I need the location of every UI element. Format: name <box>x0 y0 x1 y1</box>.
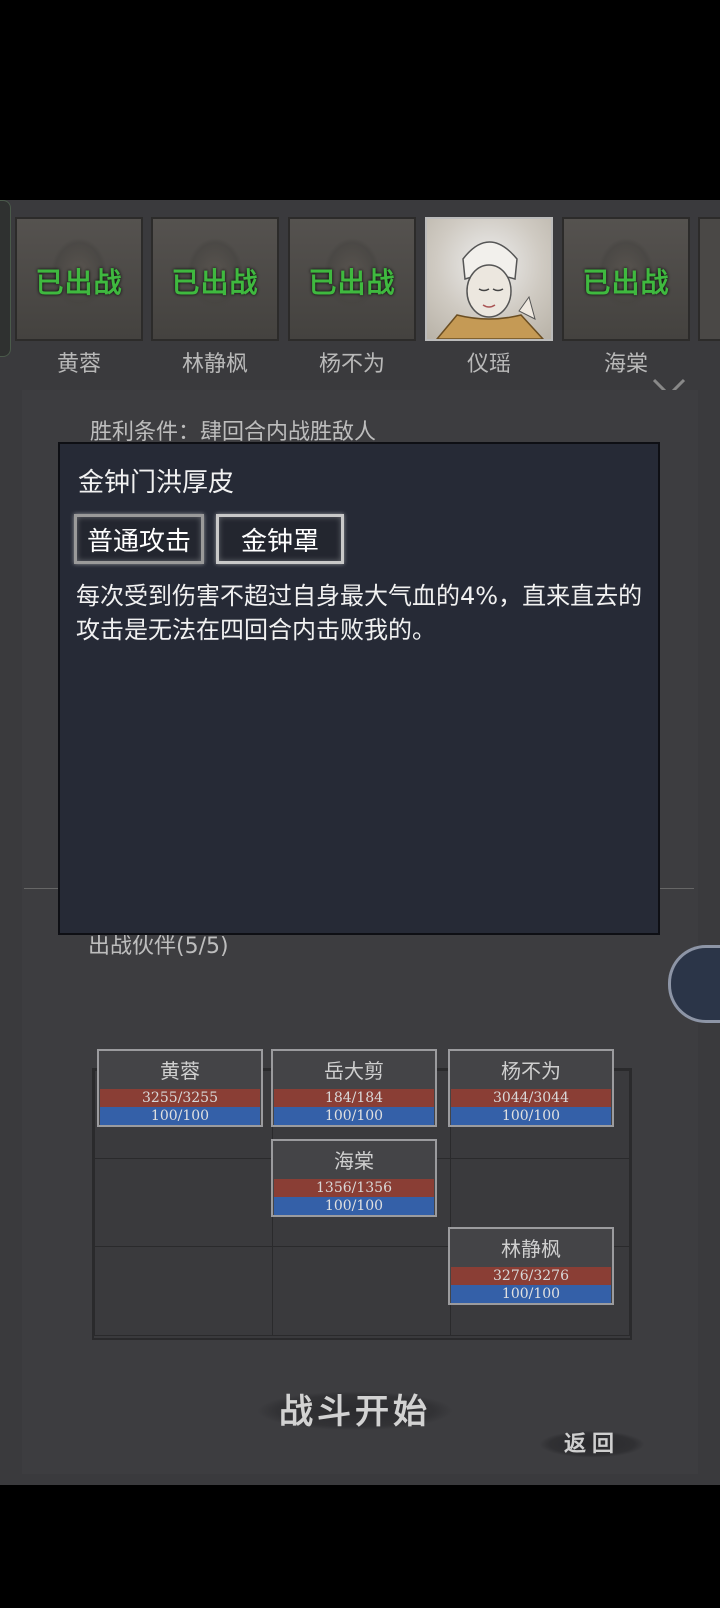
skill-description: 每次受到伤害不超过自身最大气血的4%，直来直去的攻击是无法在四回合内击败我的。 <box>76 582 643 644</box>
unit-name: 杨不为 <box>501 1059 561 1083</box>
character-name: 海棠 <box>603 352 648 377</box>
grid-cell[interactable] <box>94 1158 274 1248</box>
grid-cell[interactable] <box>272 1246 452 1336</box>
unit-name: 黄蓉 <box>160 1059 200 1083</box>
grid-cell[interactable] <box>94 1246 274 1336</box>
hp-bar: 3255/3255 <box>100 1089 260 1107</box>
unit-card[interactable]: 岳大剪 184/184 100/100 <box>271 1049 437 1127</box>
character-name: 黄蓉 <box>56 352 101 377</box>
enemy-name: 金钟门洪厚皮 <box>78 468 235 498</box>
mp-bar: 100/100 <box>451 1107 611 1125</box>
unit-name: 林静枫 <box>501 1237 561 1261</box>
back-button[interactable]: 返回 <box>522 1420 662 1464</box>
mp-bar: 100/100 <box>274 1197 434 1215</box>
hp-bar: 3044/3044 <box>451 1089 611 1107</box>
mp-bar: 100/100 <box>451 1285 611 1303</box>
unit-card[interactable]: 海棠 1356/1356 100/100 <box>271 1139 437 1217</box>
side-tab[interactable] <box>0 200 11 357</box>
deployed-label: 已出战 <box>308 266 396 299</box>
character-name: 林静枫 <box>181 352 248 377</box>
hp-bar: 184/184 <box>274 1089 434 1107</box>
character-card-partial[interactable] <box>698 217 720 341</box>
unit-card[interactable]: 杨不为 3044/3044 100/100 <box>448 1049 614 1127</box>
character-name: 仪瑶 <box>466 352 511 377</box>
character-name: 杨不为 <box>318 352 385 377</box>
mp-bar: 100/100 <box>100 1107 260 1125</box>
unit-name: 海棠 <box>334 1149 374 1173</box>
character-card-yangbuwei[interactable]: 已出战 <box>288 217 416 341</box>
unit-card[interactable]: 黄蓉 3255/3255 100/100 <box>97 1049 263 1127</box>
character-card-huangrong[interactable]: 已出战 <box>15 217 143 341</box>
deployed-label: 已出战 <box>171 266 259 299</box>
character-card-linjingfeng[interactable]: 已出战 <box>151 217 279 341</box>
unit-name: 岳大剪 <box>324 1059 384 1083</box>
mp-bar: 100/100 <box>274 1107 434 1125</box>
hp-bar: 3276/3276 <box>451 1267 611 1285</box>
character-card-yiyao[interactable] <box>425 217 553 341</box>
deployed-label: 已出战 <box>582 266 670 299</box>
unit-card[interactable]: 林静枫 3276/3276 100/100 <box>448 1227 614 1305</box>
hp-bar: 1356/1356 <box>274 1179 434 1197</box>
skill-button-normal-attack[interactable]: 普通攻击 <box>74 514 204 564</box>
start-battle-button[interactable]: 战斗开始 <box>230 1380 480 1436</box>
skill-button-golden-bell[interactable]: 金钟罩 <box>216 514 344 564</box>
nun-portrait-icon <box>436 241 545 339</box>
enemy-info-dialog[interactable]: 金钟门洪厚皮 普通攻击 金钟罩 每次受到伤害不超过自身最大气血的4%，直来直去的… <box>58 442 660 935</box>
character-card-haitang[interactable]: 已出战 <box>562 217 690 341</box>
deployed-label: 已出战 <box>35 266 123 299</box>
